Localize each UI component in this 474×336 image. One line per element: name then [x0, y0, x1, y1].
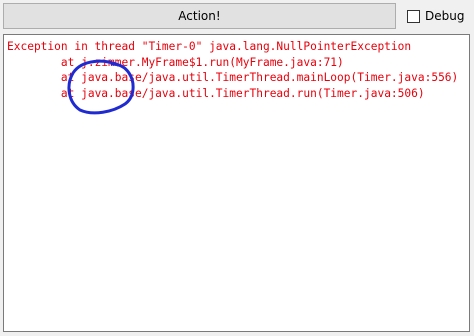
debug-checkbox[interactable]: Debug — [407, 7, 464, 25]
output-line: at java.base/java.util.TimerThread.mainL… — [7, 71, 459, 84]
output-line: at j.zimmer.MyFrame$1.run(MyFrame.java:7… — [7, 55, 344, 69]
app-window: Action! Debug Exception in thread "Timer… — [0, 0, 474, 336]
output-text-area[interactable]: Exception in thread "Timer-0" java.lang.… — [3, 34, 470, 332]
output-line: at java.base/java.util.TimerThread.run(T… — [7, 86, 425, 100]
output-text: Exception in thread "Timer-0" java.lang.… — [7, 39, 467, 101]
output-line: Exception in thread "Timer-0" java.lang.… — [7, 40, 412, 53]
action-button[interactable]: Action! — [3, 3, 396, 29]
debug-checkbox-box[interactable] — [407, 9, 420, 23]
debug-label: Debug — [425, 9, 465, 23]
